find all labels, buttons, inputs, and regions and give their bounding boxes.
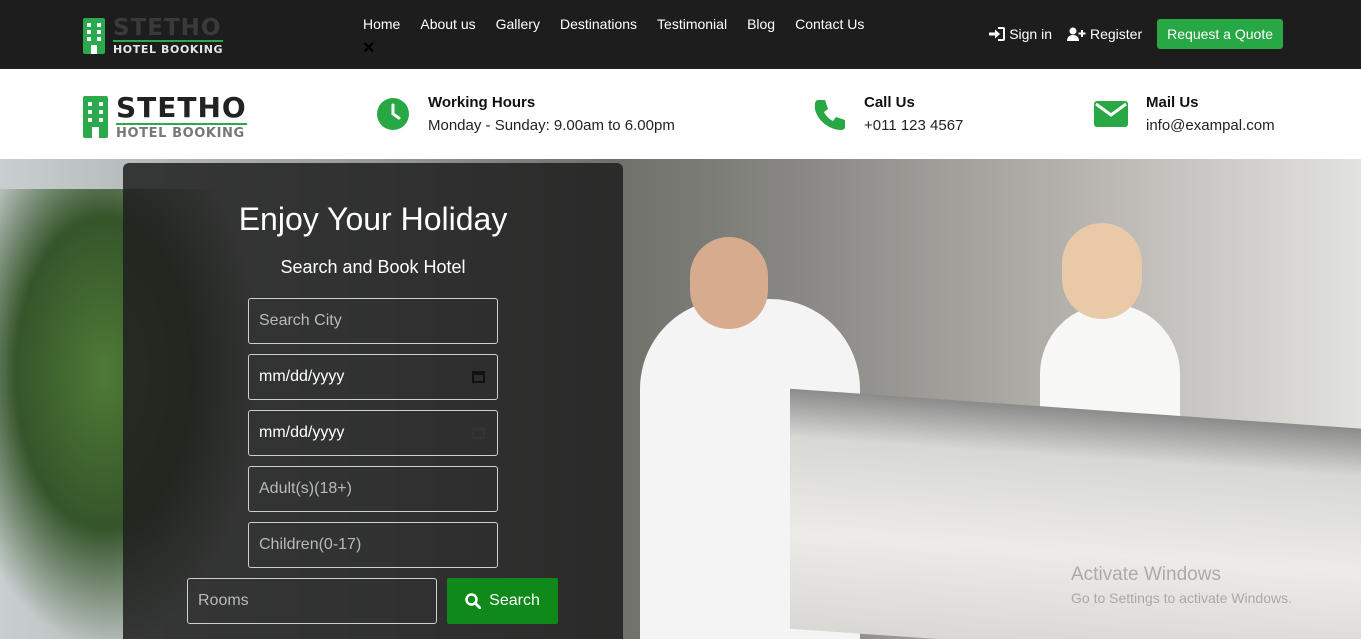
checkin-date-placeholder: mm/dd/yyyy xyxy=(259,368,345,385)
request-quote-button[interactable]: Request a Quote xyxy=(1157,19,1283,49)
calendar-icon[interactable] xyxy=(472,371,485,383)
clock-icon xyxy=(376,97,410,131)
mail-us-info: Mail Us info@exampal.com xyxy=(1094,93,1275,137)
children-input[interactable]: Children(0-17) xyxy=(248,522,498,568)
calendar-icon[interactable] xyxy=(472,427,485,439)
mail-us-value[interactable]: info@exampal.com xyxy=(1146,115,1275,137)
adults-input[interactable]: Adult(s)(18+) xyxy=(248,466,498,512)
checkout-date-placeholder: mm/dd/yyyy xyxy=(259,424,345,441)
sign-in-label: Sign in xyxy=(1009,26,1052,42)
windows-activation-watermark: Activate Windows Go to Settings to activ… xyxy=(1071,564,1292,606)
checkout-date-input[interactable]: mm/dd/yyyy xyxy=(248,410,498,456)
register-label: Register xyxy=(1090,26,1143,42)
call-us-title: Call Us xyxy=(864,94,915,111)
checkin-date-input[interactable]: mm/dd/yyyy xyxy=(248,354,498,400)
search-button[interactable]: Search xyxy=(447,578,558,624)
header-logo[interactable]: STETHO HOTEL BOOKING xyxy=(83,93,247,141)
search-subtitle: Search and Book Hotel xyxy=(280,257,466,277)
hotel-search-form: Enjoy Your Holiday Search and Book Hotel… xyxy=(123,163,623,639)
phone-icon xyxy=(812,97,846,131)
rooms-input[interactable]: Rooms xyxy=(187,578,437,624)
working-hours-value: Monday - Sunday: 9.00am to 6.00pm xyxy=(428,117,675,134)
city-input[interactable]: Search City xyxy=(248,298,498,344)
nav-testimonial[interactable]: Testimonial xyxy=(647,15,737,33)
brand-name: STETHO xyxy=(116,91,247,124)
nav-contact-us[interactable]: Contact Us xyxy=(785,15,874,33)
nav-destinations[interactable]: Destinations xyxy=(550,15,647,33)
call-us-info: Call Us +011 123 4567 xyxy=(812,93,963,137)
brand-name: STETHO xyxy=(113,15,222,41)
brand-tagline: HOTEL BOOKING xyxy=(116,123,247,141)
info-bar: STETHO HOTEL BOOKING Working Hours Monda… xyxy=(0,69,1361,159)
nav-blog[interactable]: Blog xyxy=(737,15,785,33)
watermark-subtitle: Go to Settings to activate Windows. xyxy=(1071,590,1292,606)
search-icon xyxy=(465,593,482,609)
nav-about-us[interactable]: About us xyxy=(410,15,485,33)
register-link[interactable]: Register xyxy=(1067,26,1142,42)
search-title: Enjoy Your Holiday xyxy=(238,201,508,237)
brand-tagline: HOTEL BOOKING xyxy=(113,40,224,56)
sign-in-icon xyxy=(989,27,1006,41)
navbar-logo[interactable]: STETHO HOTEL BOOKING xyxy=(83,15,224,56)
account-actions: Sign in Register Request a Quote xyxy=(989,19,1283,49)
mail-us-title: Mail Us xyxy=(1146,94,1199,111)
sign-in-link[interactable]: Sign in xyxy=(989,26,1052,42)
working-hours-info: Working Hours Monday - Sunday: 9.00am to… xyxy=(376,93,675,137)
search-button-label: Search xyxy=(489,592,540,609)
top-navbar: STETHO HOTEL BOOKING Home About us Galle… xyxy=(0,0,1361,69)
nav-home[interactable]: Home xyxy=(353,15,410,33)
call-us-value[interactable]: +011 123 4567 xyxy=(864,115,963,137)
envelope-icon xyxy=(1094,97,1128,131)
working-hours-title: Working Hours xyxy=(428,94,536,111)
close-icon[interactable]: ✕ xyxy=(362,38,375,58)
watermark-title: Activate Windows xyxy=(1071,564,1221,585)
main-nav: Home About us Gallery Destinations Testi… xyxy=(353,15,874,33)
hotel-building-icon xyxy=(83,18,105,54)
hero-banner: Enjoy Your Holiday Search and Book Hotel… xyxy=(0,159,1361,639)
user-plus-icon xyxy=(1067,27,1086,41)
nav-gallery[interactable]: Gallery xyxy=(486,15,550,33)
rooms-row: Rooms Search xyxy=(187,578,558,624)
hotel-building-icon xyxy=(83,96,108,138)
